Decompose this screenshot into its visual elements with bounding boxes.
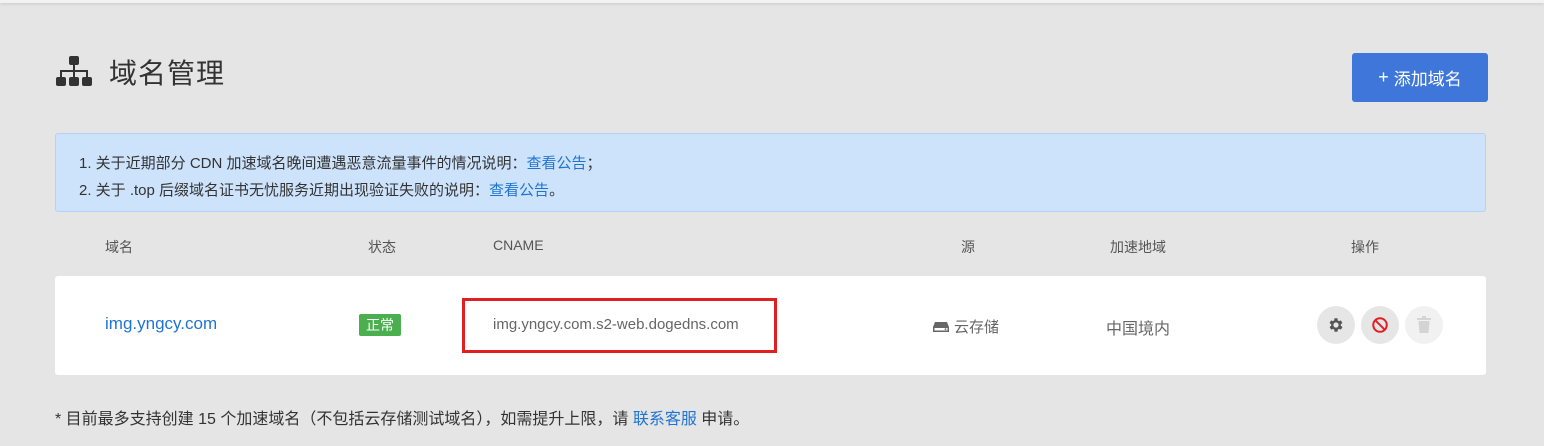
top-bar	[0, 0, 1544, 3]
add-domain-label: 添加域名	[1393, 70, 1462, 89]
ban-icon	[1372, 317, 1388, 333]
page-title: 域名管理	[109, 58, 226, 89]
page-header: 域名管理 + 添加域名	[55, 52, 1488, 102]
disable-button[interactable]	[1361, 306, 1399, 344]
table-header: 域名 状态 CNAME 源 加速地域 操作	[55, 232, 1486, 260]
origin-label: 云存储	[954, 319, 1000, 336]
column-header-region: 加速地域	[1110, 239, 1166, 255]
column-header-domain: 域名	[105, 239, 133, 255]
column-header-actions: 操作	[1351, 239, 1379, 255]
notice-line-1-end: ；	[586, 155, 602, 172]
notice-link-2[interactable]: 查看公告	[489, 182, 549, 199]
delete-button[interactable]	[1405, 306, 1443, 344]
domain-link[interactable]: img.yngcy.com	[105, 314, 217, 334]
contact-support-link[interactable]: 联系客服	[633, 411, 697, 428]
region-value: 中国境内	[1106, 321, 1171, 338]
column-header-origin: 源	[961, 239, 975, 255]
footer-text-end: 申请。	[696, 411, 750, 428]
origin-cell: 云存储	[932, 316, 999, 337]
notice-line-2-text: 2. 关于 .top 后缀域名证书无忧服务近期出现验证失败的说明：	[79, 182, 490, 199]
plus-icon: +	[1378, 67, 1389, 87]
trash-icon	[1417, 316, 1431, 333]
table-row: img.yngcy.com 正常 img.yngcy.com.s2-web.do…	[55, 276, 1486, 375]
column-header-cname: CNAME	[493, 237, 544, 253]
notice-line-1: 1. 关于近期部分 CDN 加速域名晚间遭遇恶意流量事件的情况说明：查看公告；	[79, 150, 1485, 177]
cname-value: img.yngcy.com.s2-web.dogedns.com	[493, 316, 739, 333]
sitemap-icon	[55, 56, 93, 88]
column-header-status: 状态	[368, 239, 396, 255]
gear-icon	[1329, 318, 1343, 332]
settings-button[interactable]	[1317, 306, 1355, 344]
status-badge: 正常	[359, 314, 401, 336]
footer-text: * 目前最多支持创建 15 个加速域名（不包括云存储测试域名），如需提升上限，请	[55, 411, 633, 428]
notice-line-1-text: 1. 关于近期部分 CDN 加速域名晚间遭遇恶意流量事件的情况说明：	[79, 155, 527, 172]
notice-line-2-end: 。	[549, 182, 565, 199]
notice-line-2: 2. 关于 .top 后缀域名证书无忧服务近期出现验证失败的说明：查看公告。	[79, 177, 1485, 204]
storage-icon	[933, 321, 949, 332]
footer-note: * 目前最多支持创建 15 个加速域名（不包括云存储测试域名），如需提升上限，请…	[55, 405, 749, 429]
notice-banner: 1. 关于近期部分 CDN 加速域名晚间遭遇恶意流量事件的情况说明：查看公告； …	[55, 133, 1486, 212]
add-domain-button[interactable]: + 添加域名	[1352, 53, 1488, 102]
notice-link-1[interactable]: 查看公告	[527, 155, 587, 172]
title-wrap: 域名管理	[55, 52, 225, 92]
